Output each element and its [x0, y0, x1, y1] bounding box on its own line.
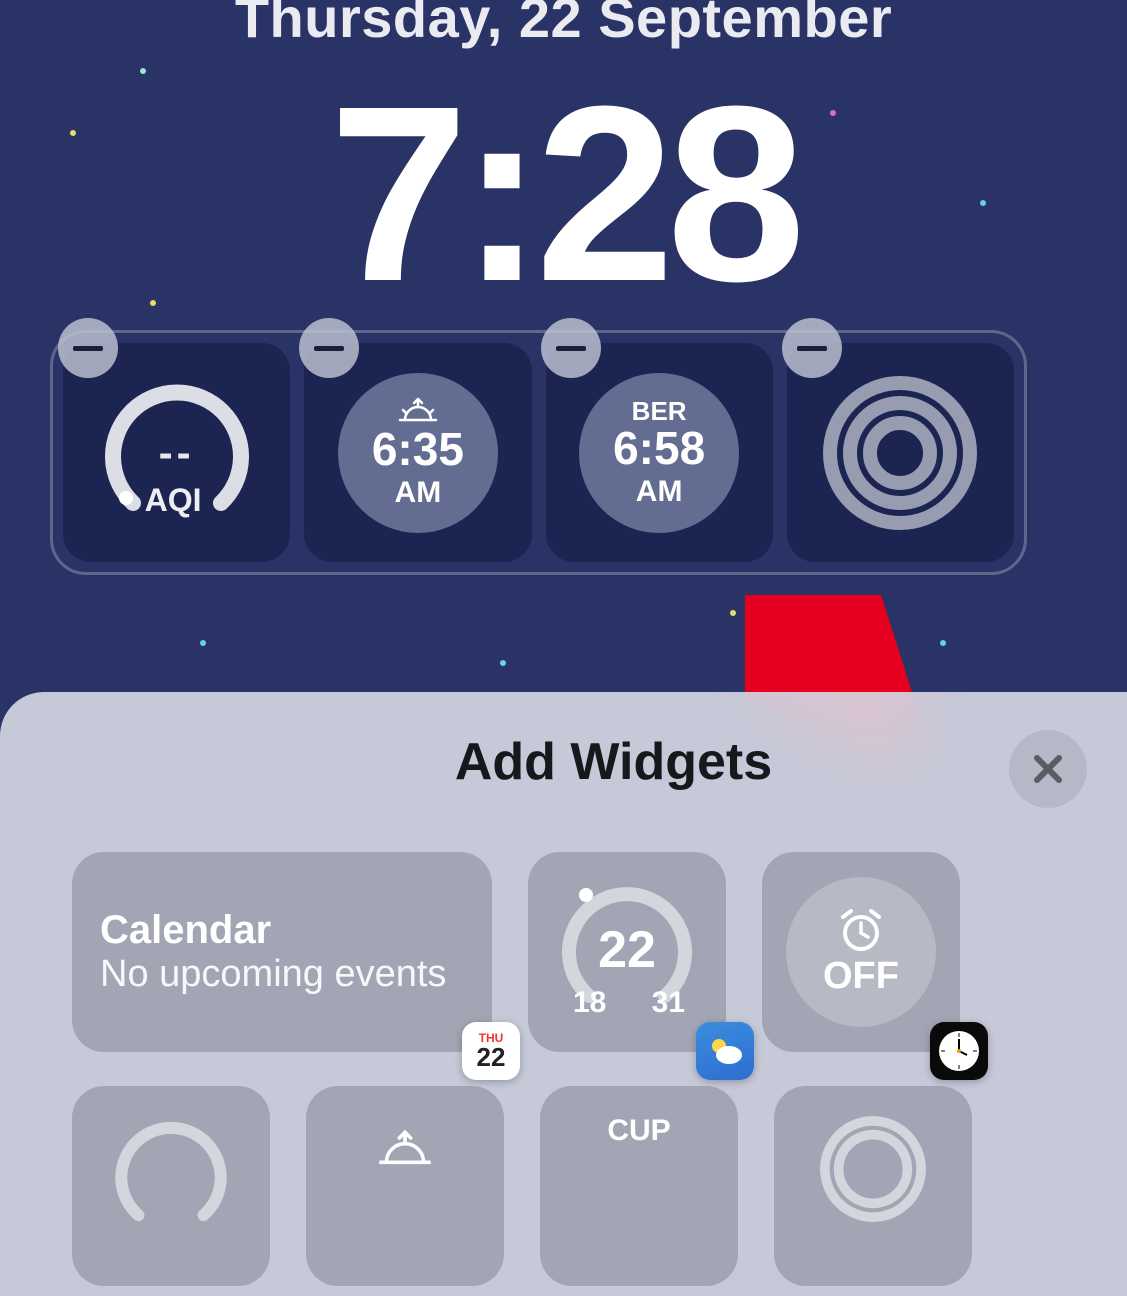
activity-rings-icon — [808, 1114, 938, 1224]
widget-row[interactable]: -- AQI 6:35 AM BER 6:58 AM — [50, 330, 1027, 575]
weather-widget-option[interactable]: 22 18 31 — [528, 852, 726, 1052]
lockscreen-date: Thursday, 22 September — [0, 0, 1127, 50]
widget-option[interactable] — [306, 1086, 504, 1286]
aqi-value: -- — [97, 429, 257, 477]
city-code: CUP — [607, 1114, 670, 1148]
calendar-title: Calendar — [100, 908, 464, 953]
widget-option[interactable] — [774, 1086, 972, 1286]
sunrise-icon — [375, 1128, 435, 1168]
alarm-state: OFF — [823, 955, 899, 998]
close-button[interactable] — [1009, 730, 1087, 808]
sunrise-widget[interactable]: 6:35 AM — [304, 343, 531, 562]
remove-widget-button[interactable] — [58, 318, 118, 378]
close-icon — [1029, 750, 1067, 788]
city-period: AM — [636, 475, 683, 509]
add-widgets-sheet[interactable]: Add Widgets Calendar No upcoming events … — [0, 692, 1127, 1296]
sunrise-period: AM — [395, 476, 442, 510]
sheet-title: Add Widgets — [0, 732, 1127, 792]
alarm-clock-icon — [837, 907, 885, 951]
lockscreen-time: 7:28 — [0, 50, 1127, 337]
alarm-widget-option[interactable]: OFF — [762, 852, 960, 1052]
temperature-low: 18 — [573, 986, 606, 1020]
remove-widget-button[interactable] — [782, 318, 842, 378]
gauge-icon — [101, 1114, 241, 1234]
remove-widget-button[interactable] — [541, 318, 601, 378]
calendar-app-icon: THU 22 — [462, 1022, 520, 1080]
calendar-subtitle: No upcoming events — [100, 953, 464, 996]
aqi-widget[interactable]: -- AQI — [63, 343, 290, 562]
clock-app-icon — [930, 1022, 988, 1080]
activity-rings-widget[interactable] — [787, 343, 1014, 562]
widget-option[interactable]: CUP — [540, 1086, 738, 1286]
temperature-value: 22 — [557, 920, 697, 980]
aqi-label: AQI — [145, 482, 202, 519]
calendar-widget-option[interactable]: Calendar No upcoming events THU 22 — [72, 852, 492, 1052]
sunrise-time: 6:35 — [372, 426, 464, 472]
weather-app-icon — [696, 1022, 754, 1080]
sunrise-icon — [397, 396, 439, 424]
city-clock-widget[interactable]: BER 6:58 AM — [546, 343, 773, 562]
widget-option[interactable] — [72, 1086, 270, 1286]
temperature-high: 31 — [652, 986, 685, 1020]
activity-rings-icon — [820, 373, 980, 533]
remove-widget-button[interactable] — [299, 318, 359, 378]
city-time: 6:58 — [613, 425, 705, 471]
